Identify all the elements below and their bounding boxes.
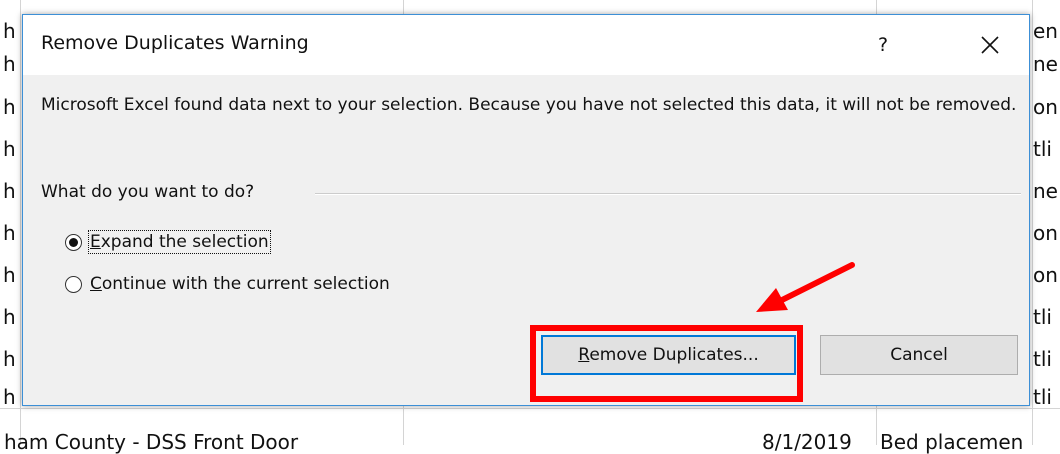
cell-text: tli [1033, 347, 1052, 371]
question-label: What do you want to do? [41, 182, 261, 202]
close-icon [981, 36, 999, 54]
cell-text: tli [1033, 137, 1052, 161]
cell-text: h [3, 263, 16, 287]
dialog-title: Remove Duplicates Warning [41, 32, 309, 54]
cell-text: on [1033, 95, 1058, 119]
cell-text: tli [1033, 305, 1052, 329]
option-text: ontinue with the current selection [101, 274, 390, 294]
option-continue-current[interactable]: Continue with the current selection [65, 274, 390, 294]
radio-expand[interactable] [65, 233, 82, 251]
row-divider [0, 408, 1060, 409]
group-divider [315, 193, 1021, 195]
cell-text: h [3, 19, 16, 43]
dialog-titlebar: Remove Duplicates Warning ? [23, 15, 1029, 75]
column-divider [20, 0, 21, 445]
accelerator-key: C [90, 274, 102, 294]
cell-text: on [1033, 221, 1058, 245]
cancel-button[interactable]: Cancel [820, 335, 1018, 375]
cell-county: ham County - DSS Front Door [4, 430, 299, 454]
cell-text: h [3, 52, 16, 76]
cell-text: tli [1033, 385, 1052, 409]
cell-text: h [3, 385, 16, 409]
cell-text: ne [1033, 52, 1058, 76]
option-expand-label: Expand the selection [88, 230, 271, 254]
close-button[interactable] [965, 23, 1015, 67]
cell-text: h [3, 347, 16, 371]
cell-text: h [3, 179, 16, 203]
option-expand-selection[interactable]: Expand the selection [65, 230, 271, 254]
accelerator-key: E [90, 232, 101, 252]
cell-date: 8/1/2019 [762, 430, 852, 454]
cell-text: h [3, 221, 16, 245]
cell-text: h [3, 137, 16, 161]
option-text: xpand the selection [100, 232, 269, 252]
cell-text: on [1033, 263, 1058, 287]
warning-message: Microsoft Excel found data next to your … [41, 95, 1017, 115]
help-button[interactable]: ? [863, 23, 903, 67]
highlight-box [530, 325, 803, 402]
cell-placement: Bed placemen [880, 430, 1024, 454]
cell-text: en [1033, 19, 1058, 43]
option-continue-label: Continue with the current selection [90, 274, 390, 294]
cell-text: h [3, 95, 16, 119]
remove-duplicates-dialog: Remove Duplicates Warning ? Microsoft Ex… [22, 14, 1030, 406]
cell-text: h [3, 305, 16, 329]
radio-continue[interactable] [65, 275, 82, 293]
arrow-icon [756, 262, 855, 312]
cell-text: ne [1033, 179, 1058, 203]
